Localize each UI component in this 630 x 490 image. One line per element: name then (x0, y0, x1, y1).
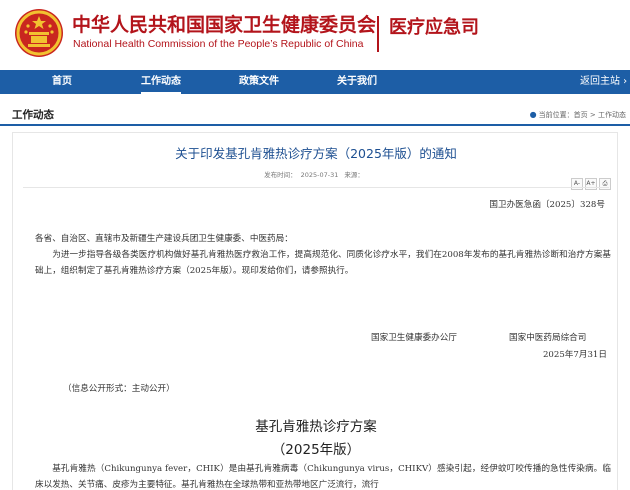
font-increase-button[interactable]: A+ (585, 178, 597, 190)
article-panel: 关于印发基孔肯雅热诊疗方案（2025年版）的通知 发布时间： 2025-07-31… (12, 132, 618, 490)
department-name[interactable]: 医疗应急司 (389, 13, 479, 39)
back-to-main-site-link[interactable]: 返回主站 › (580, 70, 627, 94)
addressee: 各省、自治区、直辖市及新疆生产建设兵团卫生健康委、中医药局： (35, 234, 293, 244)
location-pin-icon: ● (529, 110, 537, 119)
signer-tcm-bureau: 国家中医药局综合司 (509, 333, 587, 343)
site-header: 中华人民共和国国家卫生健康委员会 National Health Commiss… (0, 0, 630, 70)
nav-item-work-news[interactable]: 工作动态 (141, 70, 181, 94)
nav-item-about-us[interactable]: 关于我们 (337, 70, 377, 94)
breadcrumb-home[interactable]: 首页 (574, 111, 588, 119)
publish-date: 2025-07-31 (300, 171, 339, 179)
org-name-cn: 中华人民共和国国家卫生健康委员会 (72, 14, 377, 36)
breadcrumb-label: 当前位置： (538, 111, 574, 119)
breadcrumb: ● 当前位置：首页 > 工作动态 (530, 110, 626, 120)
issue-date: 2025年7月31日 (542, 350, 607, 360)
header-divider (377, 16, 379, 52)
article-meta: 发布时间： 2025-07-31 来源： (13, 169, 619, 179)
attachment-title: 基孔肯雅热诊疗方案 (255, 419, 377, 435)
org-name-en: National Health Commission of the People… (73, 38, 364, 50)
breadcrumb-separator: > (587, 111, 598, 119)
notice-paragraph: 为进一步指导各级各类医疗机构做好基孔肯雅热医疗救治工作，提高规范化、同质化诊疗水… (35, 250, 611, 276)
section-header: 工作动态 ● 当前位置：首页 > 工作动态 (0, 104, 630, 126)
disclosure-form: （信息公开形式：主动公开） (63, 384, 175, 394)
section-title: 工作动态 (12, 109, 54, 121)
attachment-edition: （2025年版） (271, 442, 361, 458)
title-divider (23, 187, 609, 188)
publish-date-label: 发布时间： (264, 171, 297, 179)
article-title: 关于印发基孔肯雅热诊疗方案（2025年版）的通知 (175, 146, 457, 161)
attachment-intro: 基孔肯雅热（Chikungunya fever，CHIK）是由基孔肯雅病毒（Ch… (35, 464, 611, 490)
breadcrumb-current[interactable]: 工作动态 (598, 111, 626, 119)
document-number: 国卫办医急函〔2025〕328号 (489, 200, 605, 210)
nav-item-home[interactable]: 首页 (52, 70, 72, 94)
print-icon[interactable]: ⎙ (599, 178, 611, 190)
signer-nhc-office: 国家卫生健康委办公厅 (371, 333, 457, 343)
national-emblem-icon[interactable] (14, 8, 64, 58)
source-label: 来源： (344, 171, 364, 179)
main-nav: 首页 工作动态 政策文件 关于我们 返回主站 › (0, 70, 630, 94)
font-decrease-button[interactable]: A- (571, 178, 583, 190)
nav-item-policy-docs[interactable]: 政策文件 (239, 70, 279, 94)
